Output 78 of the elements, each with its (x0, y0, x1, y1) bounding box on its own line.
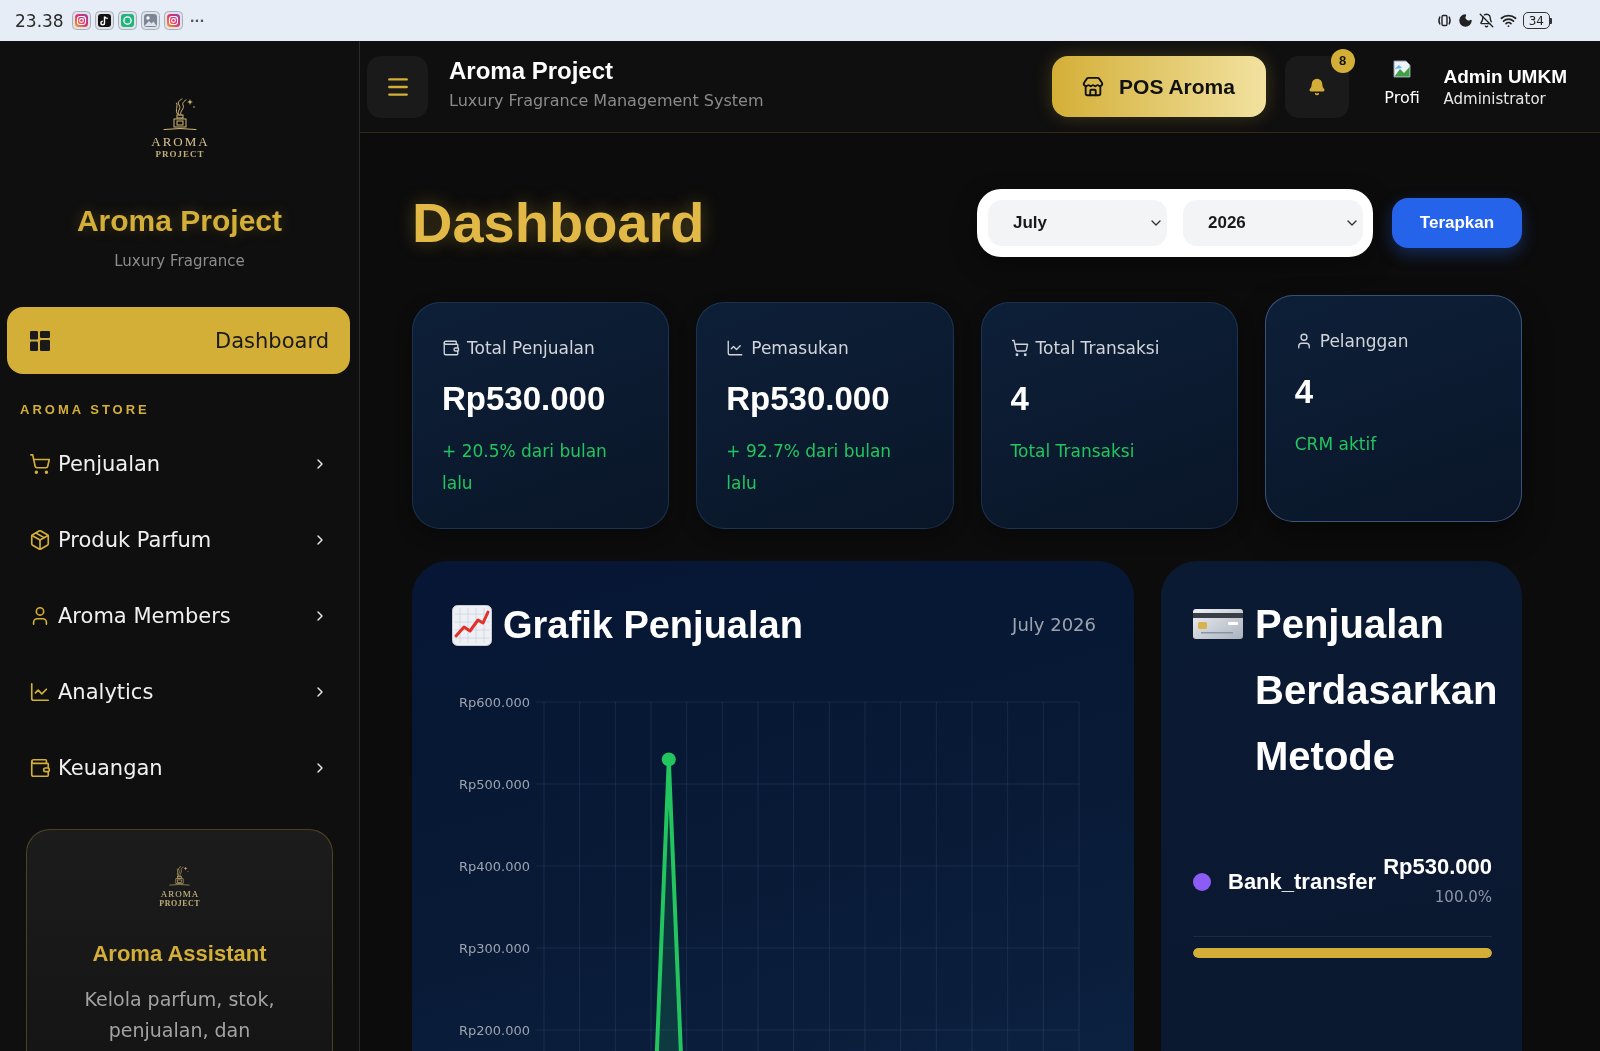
camera-app-icon[interactable] (163, 11, 183, 30)
stat-label: Pelanggan (1319, 330, 1409, 353)
chart-title: Grafik Penjualan (503, 603, 803, 648)
moon-icon (1457, 13, 1473, 28)
stat-note: + 20.5% dari bulan lalu (442, 440, 608, 495)
y-axis-label: Rp200.000 (458, 1022, 530, 1038)
chart-period: July 2026 (1012, 614, 1096, 636)
credit-card-icon (1193, 609, 1243, 639)
battery-indicator: 34 (1522, 12, 1552, 29)
line-chart-icon (726, 339, 745, 357)
brand-tagline: Luxury Fragrance (114, 251, 245, 271)
stat-label: Total Penjualan (467, 337, 595, 360)
method-name: Bank_transfer (1228, 870, 1376, 894)
logo-wordmark: AROMA (150, 135, 210, 148)
bell-off-icon (1478, 13, 1494, 28)
month-select[interactable]: July (988, 200, 1167, 246)
chart-increasing-icon (452, 604, 492, 646)
wallet-icon (442, 339, 460, 357)
cart-icon (1010, 339, 1029, 357)
apply-button[interactable]: Terapkan (1392, 198, 1522, 248)
logo-wordmark: AROMA (159, 889, 200, 899)
y-axis-label: Rp500.000 (458, 776, 530, 792)
logo-subtitle: PROJECT (154, 149, 205, 159)
card-title: Penjualan Berdasarkan Metode (1255, 601, 1499, 780)
stat-note: Total Transaksi (1010, 440, 1135, 463)
menu-button[interactable] (367, 55, 428, 118)
stat-value: Rp530.000 (442, 379, 606, 419)
stat-note: CRM aktif (1294, 433, 1377, 456)
data-point (661, 752, 676, 767)
wallet-icon (29, 757, 51, 779)
notification-button[interactable] (1284, 55, 1349, 118)
stat-value: 4 (1294, 372, 1314, 412)
broken-image-icon (1393, 59, 1411, 78)
store-icon (1082, 75, 1105, 98)
pos-button[interactable]: POS Aroma (1051, 56, 1266, 117)
stat-value: 4 (1010, 379, 1029, 419)
method-share: 100.0% (1434, 887, 1492, 907)
stat-label: Pemasukan (751, 337, 849, 360)
year-select[interactable]: 2026 (1183, 200, 1363, 246)
user-role: Administrator (1443, 88, 1546, 109)
sidebar-menu-item[interactable]: Produk Parfum (7, 502, 350, 578)
camera-app-icon[interactable] (71, 11, 91, 30)
bell-icon (1307, 77, 1326, 96)
stat-label: Total Transaksi (1035, 337, 1160, 360)
status-time: 23.38 (15, 10, 64, 31)
photo-app-icon[interactable] (140, 11, 160, 30)
y-axis-label: Rp400.000 (458, 858, 530, 874)
logo-subtitle: PROJECT (158, 899, 201, 908)
more-indicator: ··· (189, 11, 205, 30)
assistant-title: Aroma Assistant (92, 940, 267, 968)
sidebar-menu-item[interactable]: Keuangan (7, 730, 350, 806)
y-axis-label: Rp600.000 (458, 694, 530, 710)
assistant-text: Kelola parfum, stok, penjualan, dan (83, 987, 276, 1043)
sidebar-menu-item[interactable]: Penjualan (7, 426, 350, 502)
notification-badge: 8 (1330, 48, 1355, 73)
line-chart-icon (29, 681, 51, 703)
dashboard-nav-item[interactable]: Dashboard (7, 307, 350, 374)
brand-name: Aroma Project (76, 204, 283, 238)
cart-icon (29, 453, 51, 475)
avatar-alt-text: Profi (1384, 87, 1420, 108)
perfume-bottle-icon (169, 866, 190, 886)
user-name: Admin UMKM (1443, 64, 1567, 89)
app-title: Aroma Project (449, 56, 614, 85)
stat-note: + 92.7% dari bulan lalu (726, 440, 893, 495)
section-label: AROMA STORE (20, 403, 150, 417)
method-amount: Rp530.000 (1383, 855, 1492, 879)
dashboard-icon (30, 330, 50, 351)
perfume-bottle-icon (162, 98, 197, 131)
vibrate-icon (1436, 13, 1452, 28)
page-title: Dashboard (412, 191, 705, 255)
wifi-icon (1499, 12, 1517, 29)
app-subtitle: Luxury Fragrance Management System (449, 90, 764, 111)
sidebar-menu-item[interactable]: Analytics (7, 654, 350, 730)
package-icon (29, 529, 51, 551)
sidebar-menu-item[interactable]: Aroma Members (7, 578, 350, 654)
stat-value: Rp530.000 (726, 379, 890, 419)
music-app-icon[interactable] (94, 11, 114, 30)
y-axis-label: Rp300.000 (458, 940, 530, 956)
